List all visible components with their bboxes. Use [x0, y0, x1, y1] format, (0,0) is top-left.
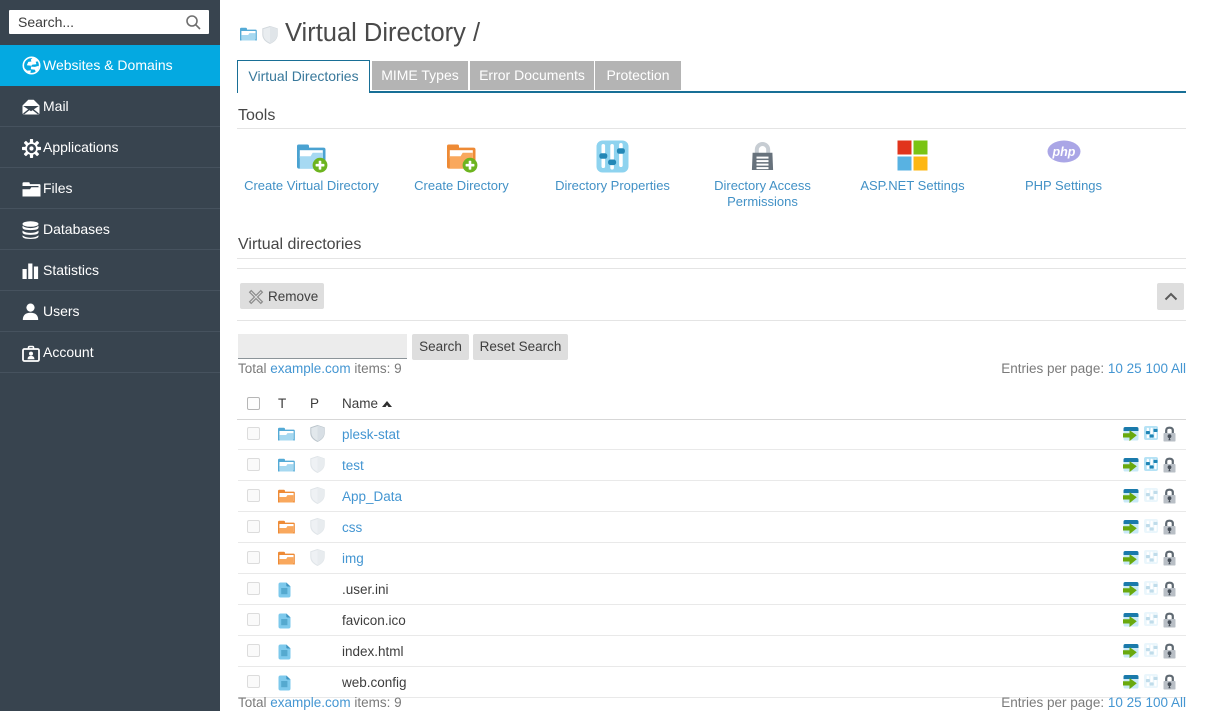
svg-text:php: php	[1051, 145, 1075, 159]
